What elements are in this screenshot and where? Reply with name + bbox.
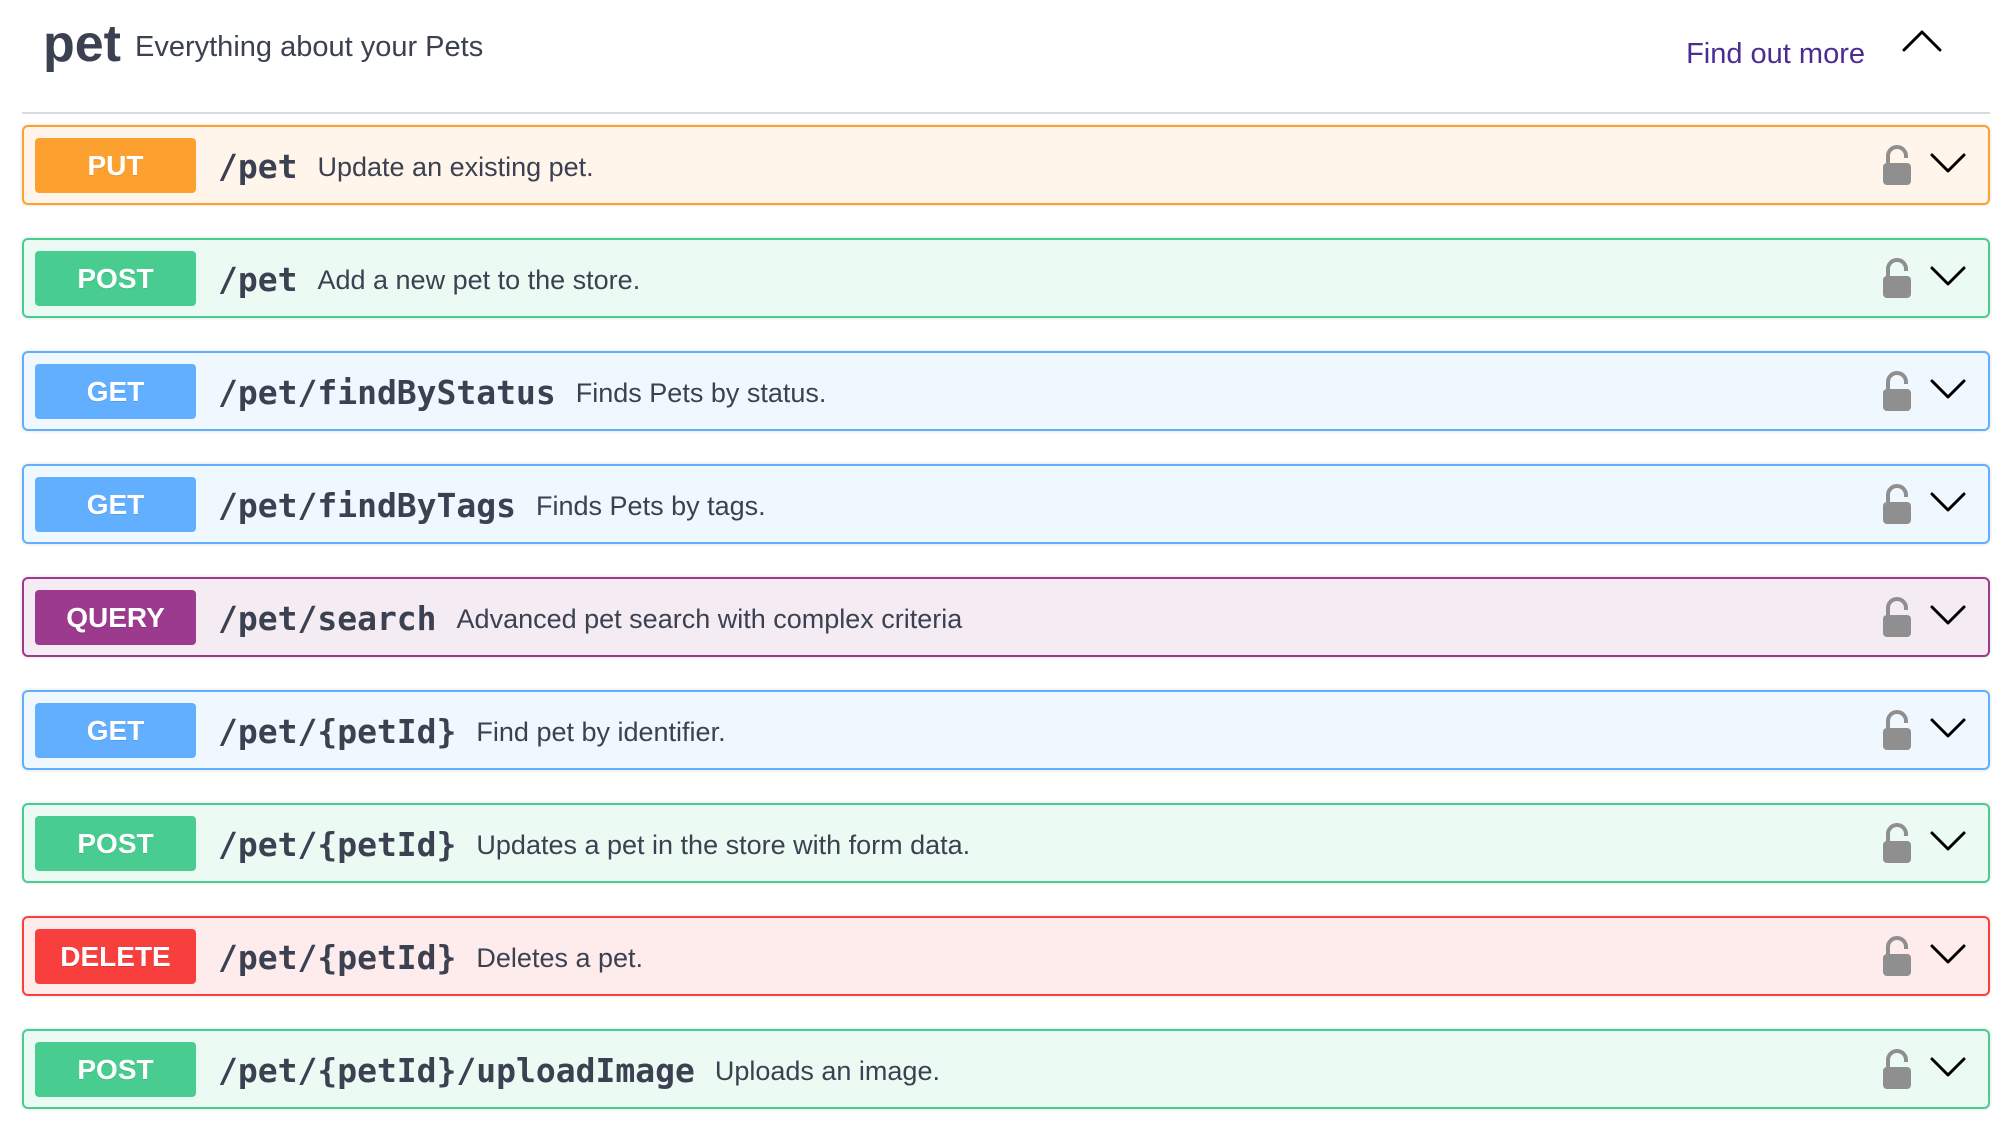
path-text: /pet/search [218, 599, 437, 638]
lock-icon[interactable] [1881, 371, 1913, 413]
operation-summary: Add a new pet to the store. [317, 265, 641, 295]
lock-icon[interactable] [1881, 710, 1913, 752]
path-text: /pet/{petId} [218, 825, 457, 864]
method-badge[interactable]: DELETE [35, 929, 196, 984]
chevron-down-icon[interactable] [1928, 1053, 1968, 1081]
method-badge[interactable]: GET [35, 477, 196, 532]
chevron-down-icon[interactable] [1928, 601, 1968, 629]
operation-path[interactable]: /pet Add a new pet to the store. [218, 261, 640, 301]
method-badge[interactable]: PUT [35, 138, 196, 193]
operation-path[interactable]: /pet/{petId} Deletes a pet. [218, 939, 643, 979]
chevron-down-icon[interactable] [1928, 262, 1968, 290]
operation-summary: Updates a pet in the store with form dat… [476, 830, 971, 860]
tag-name: pet [43, 15, 121, 73]
operation-path[interactable]: /pet/search Advanced pet search with comp… [218, 600, 962, 640]
chevron-down-icon[interactable] [1928, 375, 1968, 403]
operation-block[interactable]: POST /pet Add a new pet to the store. [22, 238, 1990, 318]
path-text: /pet [218, 260, 298, 299]
path-text: /pet/{petId} [218, 712, 457, 751]
chevron-down-icon[interactable] [1928, 940, 1968, 968]
operation-block[interactable]: QUERY /pet/search Advanced pet search wit… [22, 577, 1990, 657]
operation-block[interactable]: POST /pet/{petId}/uploadImage Uploads an … [22, 1029, 1990, 1109]
method-badge[interactable]: QUERY [35, 590, 196, 645]
operation-block[interactable]: PUT /pet Update an existing pet. [22, 125, 1990, 205]
operation-block[interactable]: POST /pet/{petId} Updates a pet in the st… [22, 803, 1990, 883]
operation-path[interactable]: /pet/findByTags Finds Pets by tags. [218, 487, 766, 527]
path-text: /pet/{petId} [218, 938, 457, 977]
path-text: /pet/{petId}/uploadImage [218, 1051, 695, 1090]
chevron-up-icon[interactable] [1900, 26, 1944, 56]
lock-icon[interactable] [1881, 258, 1913, 300]
path-text: /pet [218, 147, 298, 186]
lock-icon[interactable] [1881, 145, 1913, 187]
operation-summary: Update an existing pet. [317, 152, 594, 182]
operation-path[interactable]: /pet/findByStatus Finds Pets by status. [218, 374, 826, 414]
operation-summary: Finds Pets by tags. [536, 491, 766, 521]
operation-summary: Uploads an image. [714, 1056, 940, 1086]
operation-summary: Advanced pet search with complex criteri… [456, 604, 963, 634]
lock-icon[interactable] [1881, 597, 1913, 639]
operation-block[interactable]: GET /pet/findByTags Finds Pets by tags. [22, 464, 1990, 544]
lock-icon[interactable] [1881, 484, 1913, 526]
operations-list: PUT /pet Update an existing pet. POST /pe… [22, 125, 1990, 1142]
method-badge[interactable]: POST [35, 251, 196, 306]
operation-path[interactable]: /pet Update an existing pet. [218, 148, 594, 188]
operation-path[interactable]: /pet/{petId} Updates a pet in the store w… [218, 826, 970, 866]
method-badge[interactable]: GET [35, 364, 196, 419]
chevron-down-icon[interactable] [1928, 149, 1968, 177]
chevron-down-icon[interactable] [1928, 827, 1968, 855]
path-text: /pet/findByTags [218, 486, 517, 525]
operation-summary: Finds Pets by status. [575, 378, 827, 408]
tag-section-header[interactable]: pet Everything about your Pets Find out … [22, 0, 1990, 114]
method-badge[interactable]: POST [35, 1042, 196, 1097]
operation-block[interactable]: DELETE /pet/{petId} Deletes a pet. [22, 916, 1990, 996]
tag-description: Everything about your Pets [135, 31, 484, 63]
lock-icon[interactable] [1881, 823, 1913, 865]
lock-icon[interactable] [1881, 1049, 1913, 1091]
find-out-more-link[interactable]: Find out more [1686, 40, 1865, 69]
path-text: /pet/findByStatus [218, 373, 556, 412]
operation-summary: Find pet by identifier. [476, 717, 726, 747]
method-badge[interactable]: GET [35, 703, 196, 758]
lock-icon[interactable] [1881, 936, 1913, 978]
operation-summary: Deletes a pet. [476, 943, 644, 973]
operation-path[interactable]: /pet/{petId}/uploadImage Uploads an image… [218, 1052, 940, 1092]
operation-block[interactable]: GET /pet/findByStatus Finds Pets by statu… [22, 351, 1990, 431]
operation-block[interactable]: GET /pet/{petId} Find pet by identifier. [22, 690, 1990, 770]
chevron-down-icon[interactable] [1928, 488, 1968, 516]
operation-path[interactable]: /pet/{petId} Find pet by identifier. [218, 713, 726, 753]
chevron-down-icon[interactable] [1928, 714, 1968, 742]
method-badge[interactable]: POST [35, 816, 196, 871]
